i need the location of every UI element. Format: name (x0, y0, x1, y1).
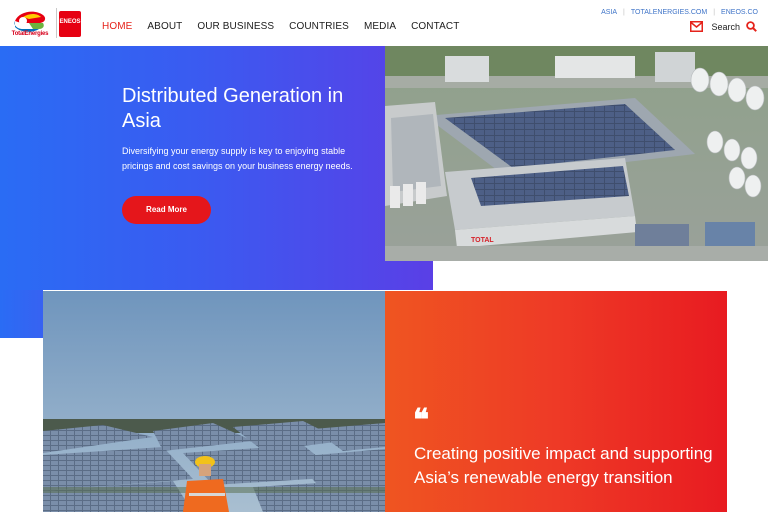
link-totalenergies[interactable]: TOTALENERGIES.COM (631, 9, 707, 16)
logo-divider (56, 8, 57, 38)
read-more-button[interactable]: Read More (122, 196, 211, 224)
quote-text: Creating positive impact and supporting … (414, 444, 713, 487)
svg-text:TOTAL: TOTAL (471, 237, 494, 244)
nav-media[interactable]: MEDIA (364, 21, 396, 32)
factory-aerial-photo: TOTAL (385, 46, 768, 261)
separator: | (623, 9, 625, 16)
hero-panel-extension (0, 290, 43, 338)
utility-bar: Search (690, 21, 757, 32)
eneos-logo: ENEOS (59, 11, 81, 37)
search-label[interactable]: Search (711, 22, 740, 32)
hero-title: Distributed Generation in Asia (122, 85, 344, 132)
quote-icon: ❝ (413, 403, 430, 438)
nav-about[interactable]: ABOUT (147, 21, 182, 32)
region-links: ASIA | TOTALENERGIES.COM | ENEOS.CO (601, 9, 758, 16)
nav-countries[interactable]: COUNTRIES (289, 21, 349, 32)
totalenergies-wordmark: TotalEnergies (11, 31, 49, 37)
link-eneos[interactable]: ENEOS.CO (721, 9, 758, 16)
quote-panel: ❝ Creating positive impact and supportin… (385, 291, 727, 512)
main-nav: HOME ABOUT OUR BUSINESS COUNTRIES MEDIA … (102, 21, 474, 32)
brand-logos[interactable]: TotalEnergies ENEOS (5, 5, 83, 41)
hero-description: Diversifying your energy supply is key t… (122, 146, 353, 171)
separator: | (713, 9, 716, 16)
solar-farm-photo (43, 291, 385, 512)
link-asia[interactable]: ASIA (601, 9, 617, 16)
eneos-wordmark: ENEOS (59, 19, 81, 25)
site-header: TotalEnergies ENEOS HOME ABOUT OUR BUSIN… (0, 0, 768, 46)
nav-our-business[interactable]: OUR BUSINESS (197, 21, 274, 32)
mail-icon[interactable] (690, 21, 704, 32)
search-icon[interactable] (746, 21, 757, 32)
nav-home[interactable]: HOME (102, 21, 132, 32)
nav-contact[interactable]: CONTACT (411, 21, 459, 32)
